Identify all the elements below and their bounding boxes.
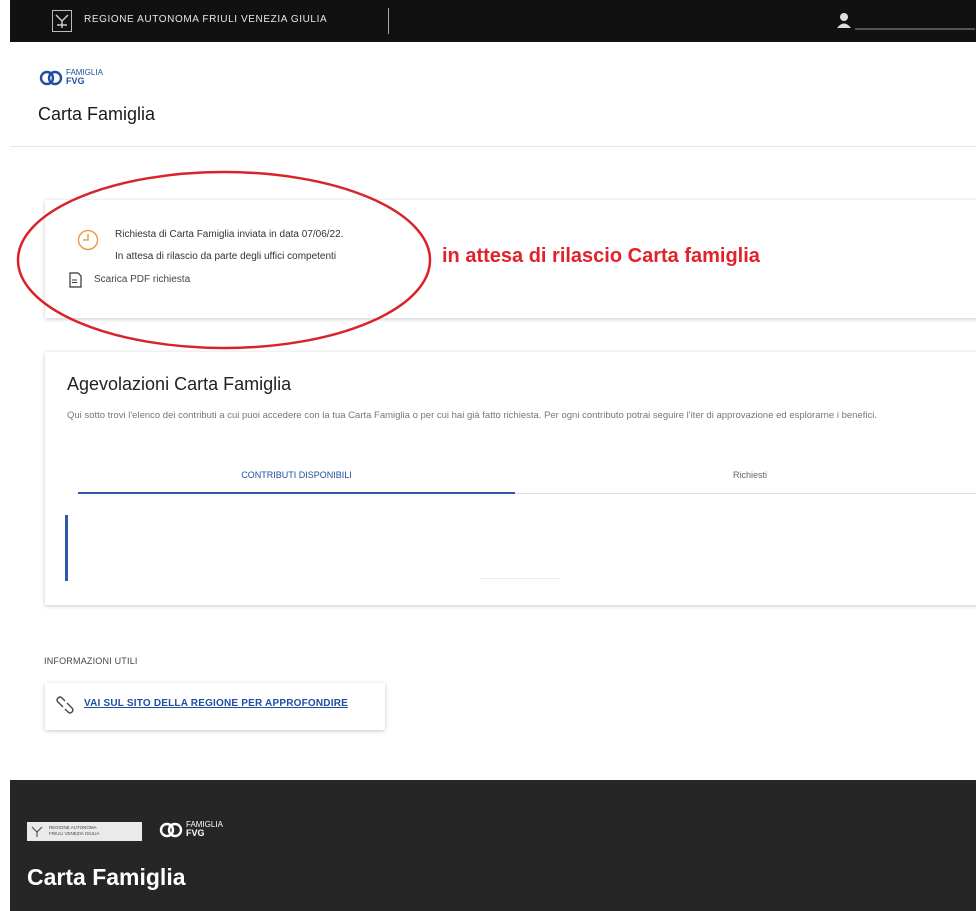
user-name[interactable] [855,28,975,30]
download-pdf-link[interactable]: Scarica PDF richiesta [94,274,190,285]
footer-famiglia-logo[interactable]: FAMIGLIA FVG [158,820,223,838]
header-divider [10,146,976,147]
region-site-link[interactable]: VAI SUL SITO DELLA REGIONE PER APPROFOND… [84,698,348,709]
info-section-label: INFORMAZIONI UTILI [44,656,138,666]
region-name[interactable]: REGIONE AUTONOMA FRIULI VENEZIA GIULIA [84,14,327,25]
top-bar: REGIONE AUTONOMA FRIULI VENEZIA GIULIA [10,0,976,42]
annotation-text: in attesa di rilascio Carta famiglia [442,245,760,267]
link-icon [56,696,74,714]
benefits-description: Qui sotto trovi l'elenco dei contributi … [67,410,877,421]
region-link-card[interactable]: VAI SUL SITO DELLA REGIONE PER APPROFOND… [45,683,385,730]
clock-icon [77,229,99,251]
awaiting-text: In attesa di rilascio da parte degli uff… [115,251,337,262]
logo-text-fvg: FVG [66,76,85,86]
loading-indicator [65,515,68,581]
benefits-title: Agevolazioni Carta Famiglia [67,374,292,394]
tab-richiesti[interactable]: Richiesti [515,470,976,494]
request-sent-text: Richiesta di Carta Famiglia inviata in d… [115,229,344,240]
placeholder-line [480,578,560,579]
footer-region-line1: REGIONE AUTONOMA [49,825,97,830]
famiglia-logo-icon [159,822,183,838]
tab-contributi-disponibili[interactable]: CONTRIBUTI DISPONIBILI [78,470,515,494]
region-emblem-icon [31,826,43,837]
footer-region-logo[interactable]: REGIONE AUTONOMA FRIULI VENEZIA GIULIA [27,822,142,841]
famiglia-fvg-logo[interactable]: FAMIGLIA FVG [38,68,103,86]
divider [388,8,389,34]
region-emblem-icon [52,10,72,32]
footer: REGIONE AUTONOMA FRIULI VENEZIA GIULIA F… [10,780,976,911]
page-title: Carta Famiglia [38,104,156,124]
footer-title: Carta Famiglia [27,864,186,890]
document-icon[interactable] [69,272,82,288]
benefits-card: Agevolazioni Carta Famiglia Qui sotto tr… [45,352,976,605]
footer-region-line2: FRIULI VENEZIA GIULIA [49,831,100,836]
user-icon[interactable] [837,12,851,28]
footer-logo-text-fvg: FVG [186,828,205,838]
famiglia-logo-icon [39,70,63,86]
